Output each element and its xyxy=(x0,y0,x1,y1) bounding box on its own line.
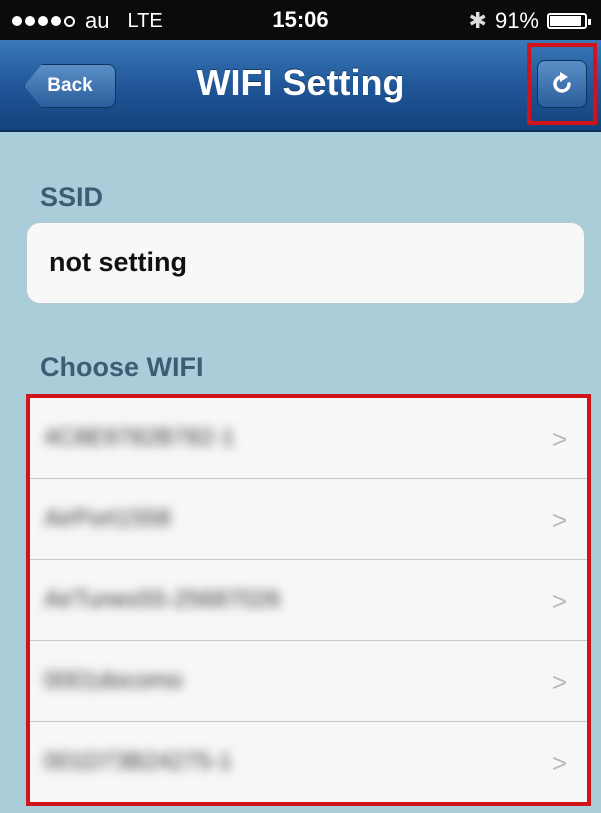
wifi-list: 4C8E9782B782-1 > AirPort1558 > AirTunes5… xyxy=(30,398,587,802)
wifi-network-name: 001D73B24275-1 xyxy=(44,748,233,775)
wifi-network-name: 4C8E9782B782-1 xyxy=(44,424,235,451)
wifi-network-row[interactable]: 0001docomo > xyxy=(30,641,587,722)
chevron-right-icon: > xyxy=(551,505,567,535)
wifi-network-name: AirTunes55-25687026 xyxy=(44,586,281,613)
wifi-network-row[interactable]: AirTunes55-25687026 > xyxy=(30,560,587,641)
status-bar: au LTE 15:06 ✱ 91% xyxy=(0,0,601,40)
chevron-right-icon: > xyxy=(551,748,567,778)
chevron-right-icon: > xyxy=(551,667,567,697)
wifi-network-row[interactable]: AirPort1558 > xyxy=(30,479,587,560)
battery-fill xyxy=(550,16,581,26)
navigation-bar: Back WIFI Setting xyxy=(0,40,601,132)
battery-percent: 91% xyxy=(494,8,539,33)
wifi-network-row[interactable]: 001D73B24275-1 > xyxy=(30,722,587,802)
battery-icon xyxy=(547,13,591,29)
page-title: WIFI Setting xyxy=(196,62,405,103)
refresh-icon xyxy=(553,72,571,93)
refresh-highlight xyxy=(527,43,597,125)
wifi-network-name: 0001docomo xyxy=(44,667,183,694)
choose-wifi-label: Choose WIFI xyxy=(40,352,204,382)
wifi-network-row[interactable]: 4C8E9782B782-1 > xyxy=(30,398,587,479)
wifi-network-name: AirPort1558 xyxy=(44,505,171,532)
status-right: ✱ 91% xyxy=(468,8,591,34)
chevron-right-icon: > xyxy=(551,424,567,454)
ssid-value: not setting xyxy=(49,247,187,277)
bluetooth-icon: ✱ xyxy=(468,8,487,33)
ssid-field[interactable]: not setting xyxy=(26,222,585,304)
refresh-button[interactable] xyxy=(537,60,587,108)
chevron-right-icon: > xyxy=(551,586,567,616)
ssid-label: SSID xyxy=(40,182,104,212)
battery-tip xyxy=(588,19,591,25)
